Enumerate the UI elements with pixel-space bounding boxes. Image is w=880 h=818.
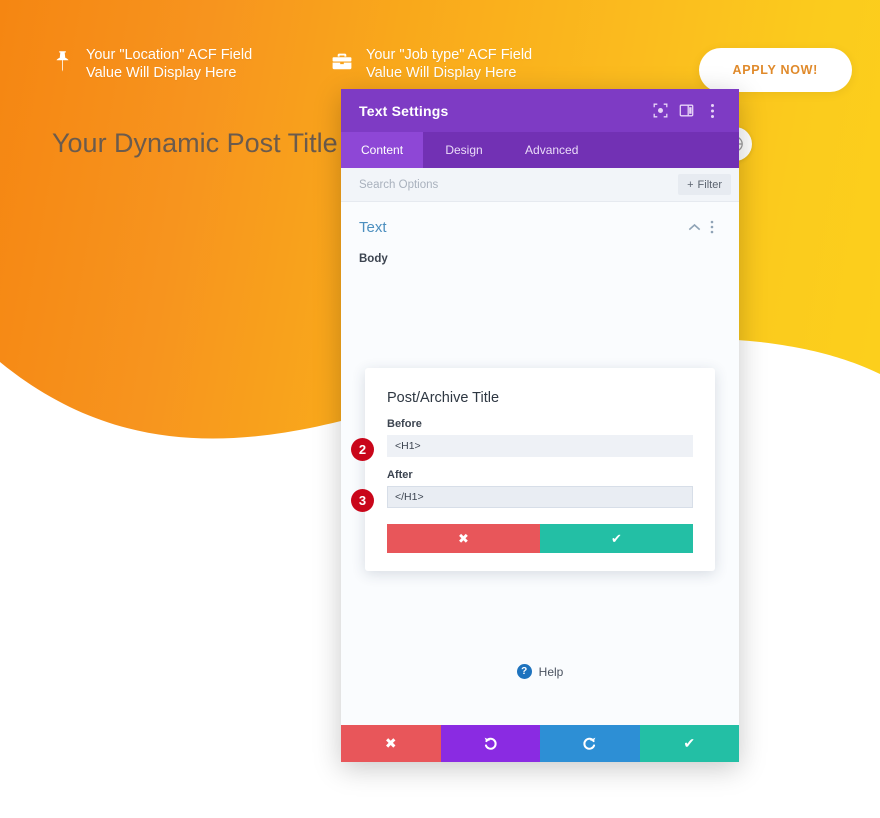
dynamic-content-card: Post/Archive Title 2 Before 3 After ✖ ✔ (351, 368, 715, 571)
tab-design[interactable]: Design (423, 132, 505, 168)
footer-redo-button[interactable] (540, 725, 640, 762)
times-icon: ✖ (384, 735, 397, 751)
target-icon[interactable] (647, 98, 673, 124)
before-input[interactable] (387, 435, 693, 457)
before-field-group: 2 Before (351, 418, 693, 461)
hero-meta-location-text: Your "Location" ACF Field Value Will Dis… (86, 47, 253, 81)
dynamic-card-title: Post/Archive Title (387, 390, 500, 406)
layout-panel-icon[interactable] (673, 98, 699, 124)
filter-button-label: Filter (697, 178, 722, 191)
tab-advanced[interactable]: Advanced (505, 132, 598, 168)
before-label: Before (387, 418, 422, 430)
help-label: Help (538, 664, 564, 679)
chevron-up-icon[interactable] (685, 217, 703, 237)
panel-footer: ✖ ✔ (341, 725, 739, 762)
after-input[interactable] (387, 486, 693, 508)
apply-now-button[interactable]: APPLY NOW! (698, 48, 852, 92)
hero-meta-location: Your "Location" ACF Field Value Will Dis… (50, 46, 252, 82)
step-badge-2: 2 (351, 438, 374, 461)
footer-cancel-button[interactable]: ✖ (341, 725, 441, 762)
panel-search-bar: + Filter (341, 168, 739, 202)
panel-body: Text Body Post/Archive Title 2 Before <H… (341, 202, 739, 725)
kebab-menu-icon[interactable] (703, 217, 721, 237)
check-icon: ✔ (611, 530, 622, 546)
check-icon: ✔ (683, 735, 696, 751)
panel-titlebar: Text Settings (341, 89, 739, 132)
after-field-group: 3 After (351, 469, 693, 512)
footer-undo-button[interactable] (440, 725, 540, 762)
dynamic-confirm-button[interactable]: ✔ (540, 524, 693, 553)
briefcase-icon (330, 46, 354, 76)
field-body-label: Body (359, 253, 388, 265)
kebab-menu-icon[interactable] (699, 98, 725, 124)
search-input[interactable] (359, 178, 679, 191)
times-icon: ✖ (458, 530, 469, 546)
redo-icon (582, 736, 597, 751)
dynamic-cancel-button[interactable]: ✖ (387, 524, 540, 553)
section-text: Text Body (341, 202, 739, 265)
after-label: After (387, 469, 413, 481)
panel-tabs: Content Design Advanced (341, 132, 739, 168)
footer-save-button[interactable]: ✔ (639, 725, 739, 762)
tab-content[interactable]: Content (341, 132, 424, 168)
filter-button[interactable]: + Filter (678, 174, 731, 195)
question-circle-icon: ? (516, 664, 532, 679)
hero-meta-jobtype: Your "Job type" ACF Field Value Will Dis… (330, 46, 532, 82)
plus-icon: + (687, 178, 694, 191)
panel-title: Text Settings (359, 102, 449, 119)
text-settings-panel: Text Settings Content Design Advanced Se… (341, 89, 739, 762)
dynamic-card-actions: ✖ ✔ (387, 524, 693, 553)
section-title: Text (359, 218, 387, 236)
map-pin-icon (50, 46, 74, 76)
hero-meta-jobtype-text: Your "Job type" ACF Field Value Will Dis… (366, 47, 533, 81)
help-row[interactable]: ? Help (341, 664, 739, 679)
undo-icon (483, 736, 498, 751)
section-header: Text (359, 214, 721, 240)
step-badge-3: 3 (351, 489, 374, 512)
page-title: Your Dynamic Post Title Will (52, 128, 389, 158)
